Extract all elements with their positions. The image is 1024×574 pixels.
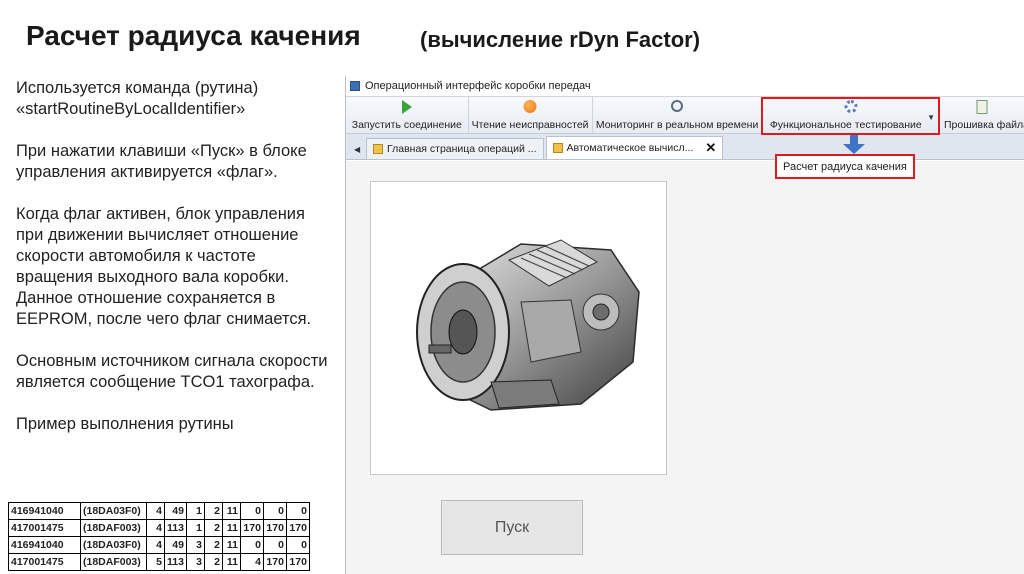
tab-auto-calc[interactable]: Автоматическое вычисл... ✕ — [545, 136, 724, 159]
table-cell: 416941040 — [8, 536, 81, 554]
fault-icon — [523, 100, 537, 113]
window-titlebar: Операционный интерфейс коробки передач — [346, 76, 1024, 96]
read-faults-button[interactable]: Чтение неисправностей — [469, 97, 593, 134]
table-cell: 5 — [146, 553, 165, 571]
table-cell: 0 — [262, 502, 287, 520]
paragraph-routine: Используется команда (рутина) «startRout… — [16, 79, 259, 118]
table-cell: 2 — [203, 536, 223, 554]
slide-title: Расчет радиуса качения — [26, 20, 361, 51]
table-cell: 170 — [262, 553, 287, 571]
folder-icon — [373, 144, 383, 154]
table-cell: 4 — [146, 519, 165, 537]
main-content: Пуск — [346, 161, 1024, 574]
gearbox-image — [416, 239, 640, 411]
table-cell: 11 — [221, 536, 241, 554]
table-cell: 4 — [146, 502, 165, 520]
folder-icon — [552, 143, 563, 153]
tab-strip: ◀ Главная страница операций ... Автомати… — [346, 134, 1024, 160]
transmission-app-window: Операционный интерфейс коробки передач З… — [345, 76, 1024, 574]
window-title: Операционный интерфейс коробки передач — [365, 80, 591, 92]
table-cell: 2 — [203, 502, 223, 520]
table-cell: 170 — [285, 519, 310, 537]
close-icon[interactable]: ✕ — [705, 140, 716, 156]
table-cell: (18DA03F0) — [80, 502, 147, 520]
table-cell: 0 — [285, 502, 310, 520]
tab-main-page-label: Главная страница операций ... — [387, 143, 537, 155]
table-cell: (18DAF003) — [80, 519, 147, 537]
table-row: 416941040 (18DA03F0) 4 49 3 2 11 0 0 0 — [8, 536, 310, 554]
table-cell: 416941040 — [8, 502, 81, 520]
paragraph-example-label: Пример выполнения рутины — [16, 415, 234, 433]
table-cell: 0 — [239, 502, 264, 520]
table-cell: 4 — [239, 553, 264, 571]
table-cell: 0 — [262, 536, 287, 554]
monitoring-button[interactable]: Мониторинг в реальном времени — [593, 97, 763, 134]
table-cell: 11 — [221, 502, 241, 520]
monitoring-label: Мониторинг в реальном времени — [595, 119, 759, 131]
routine-log-table: 416941040 (18DA03F0) 4 49 1 2 11 0 0 0 417001475 (1… — [8, 502, 310, 571]
paragraph-start-key: При нажатии клавиши «Пуск» в блоке управ… — [16, 142, 307, 181]
magnifier-icon — [671, 100, 684, 112]
table-cell: 0 — [239, 536, 264, 554]
tab-main-page[interactable]: Главная страница операций ... — [366, 138, 544, 159]
table-row: 417001475 (18DAF003) 4 113 1 2 11 170 170 170 — [8, 519, 310, 537]
gearbox-image-frame — [370, 181, 667, 475]
table-row: 416941040 (18DA03F0) 4 49 1 2 11 0 0 0 — [8, 502, 310, 520]
connect-label: Запустить соединение — [351, 119, 462, 131]
flashing-label: Прошивка файла — [944, 119, 1024, 131]
table-cell: 11 — [221, 553, 241, 571]
table-cell: 113 — [164, 519, 187, 537]
tab-scroll-left-icon[interactable]: ◀ — [354, 139, 364, 159]
connect-button[interactable]: Запустить соединение — [346, 97, 469, 134]
table-cell: (18DAF003) — [80, 553, 147, 571]
description-text: Используется команда (рутина) «startRout… — [16, 78, 334, 435]
app-icon — [350, 81, 360, 91]
table-cell: 170 — [239, 519, 264, 537]
table-cell: 170 — [285, 553, 310, 571]
table-cell: 2 — [203, 519, 223, 537]
document-icon — [976, 100, 988, 114]
flashing-button[interactable]: Прошивка файла — [940, 97, 1024, 134]
table-cell: 4 — [146, 536, 165, 554]
table-cell: 49 — [164, 536, 187, 554]
table-cell: 3 — [185, 553, 205, 571]
dropdown-item-rolling-radius[interactable]: Расчет радиуса качения — [775, 154, 915, 179]
table-cell: (18DA03F0) — [80, 536, 147, 554]
table-cell: 417001475 — [8, 553, 81, 571]
paragraph-source: Основным источником сигнала скорости явл… — [16, 352, 328, 391]
paragraph-flag: Когда флаг активен, блок управления при … — [16, 205, 312, 328]
read-faults-label: Чтение неисправностей — [471, 119, 589, 131]
table-cell: 1 — [185, 519, 205, 537]
table-cell: 113 — [164, 553, 187, 571]
table-cell: 3 — [185, 536, 205, 554]
table-cell: 0 — [285, 536, 310, 554]
table-cell: 1 — [185, 502, 205, 520]
slide-subtitle: (вычисление rDyn Factor) — [420, 27, 701, 52]
table-cell: 417001475 — [8, 519, 81, 537]
table-row: 417001475 (18DAF003) 5 113 3 2 11 4 170 170 — [8, 553, 310, 571]
play-icon — [401, 100, 412, 114]
table-cell: 11 — [221, 519, 241, 537]
functional-testing-highlight — [761, 97, 940, 135]
table-cell: 2 — [203, 553, 223, 571]
arrow-down-icon — [843, 135, 865, 154]
start-button[interactable]: Пуск — [441, 500, 583, 555]
tab-auto-calc-label: Автоматическое вычисл... — [566, 142, 694, 154]
table-cell: 49 — [164, 502, 187, 520]
table-cell: 170 — [262, 519, 287, 537]
